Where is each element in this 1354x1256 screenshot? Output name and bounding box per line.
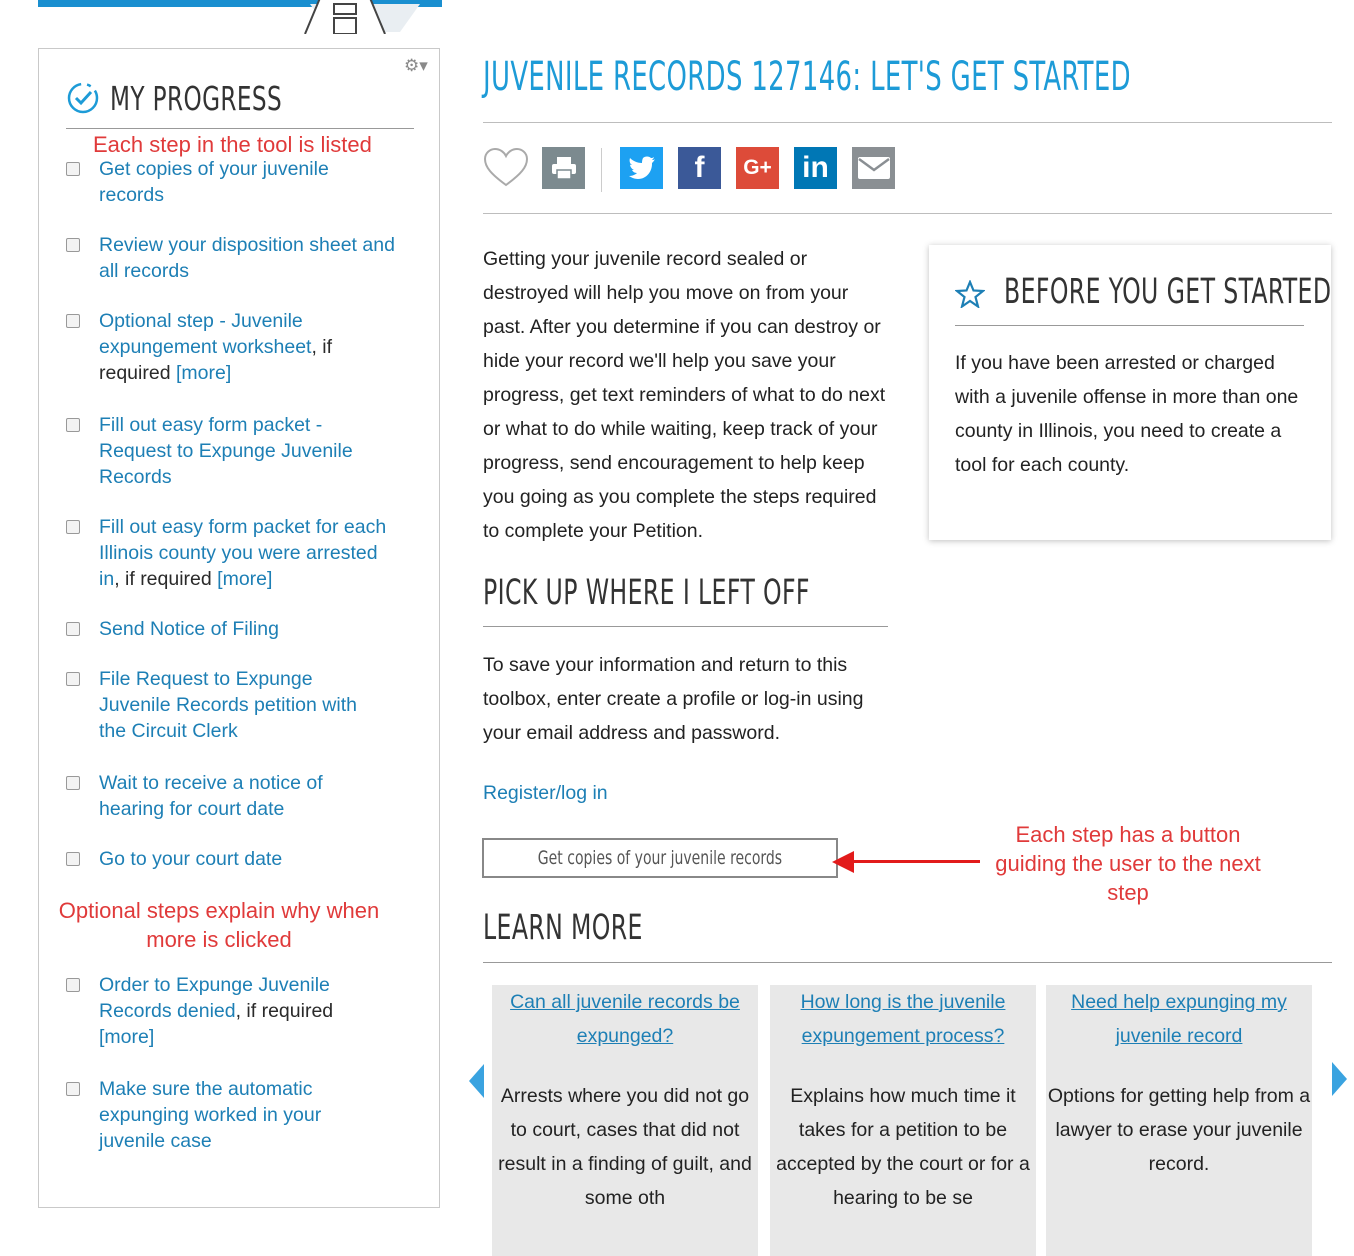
card-question-link[interactable]: How long is the juvenile expungement pro… bbox=[770, 985, 1036, 1053]
step-link[interactable]: Make sure the automatic expunging worked… bbox=[99, 1078, 321, 1152]
save-text: To save your information and return to t… bbox=[483, 654, 864, 744]
annotation-optional-steps: Optional steps explain why when more is … bbox=[58, 898, 380, 952]
step-link[interactable]: Send Notice of Filing bbox=[99, 618, 279, 640]
step-item: File Request to Expunge Juvenile Records… bbox=[66, 666, 396, 744]
step-checkbox[interactable] bbox=[66, 1082, 80, 1096]
register-login-link[interactable]: Register/log in bbox=[483, 776, 608, 810]
social-links: f G+ in bbox=[620, 147, 895, 189]
step-checkbox[interactable] bbox=[66, 314, 80, 328]
more-link[interactable]: [more] bbox=[176, 362, 231, 384]
progress-check-icon bbox=[67, 82, 99, 114]
card-question-link[interactable]: Need help expunging my juvenile record bbox=[1046, 985, 1312, 1053]
more-link[interactable]: [more] bbox=[99, 1026, 154, 1048]
facebook-icon[interactable]: f bbox=[678, 147, 721, 189]
step-link[interactable]: Fill out easy form packet - Request to E… bbox=[99, 414, 353, 488]
divider bbox=[483, 626, 888, 627]
card-summary: Options for getting help from a lawyer t… bbox=[1047, 1085, 1311, 1175]
card-summary: Explains how much time it takes for a pe… bbox=[776, 1085, 1030, 1209]
step-condition: , if required bbox=[235, 1000, 334, 1022]
step-item: Wait to receive a notice of hearing for … bbox=[66, 770, 396, 822]
logo-tab-graphic bbox=[250, 0, 420, 34]
learn-more-card[interactable]: Can all juvenile records be expunged? Ar… bbox=[492, 985, 758, 1256]
step-checkbox[interactable] bbox=[66, 776, 80, 790]
carousel-next-arrow[interactable] bbox=[1332, 1062, 1347, 1096]
step-item: Fill out easy form packet - Request to E… bbox=[66, 412, 396, 490]
step-item: Go to your court date bbox=[66, 846, 396, 872]
step-checkbox[interactable] bbox=[66, 238, 80, 252]
annotation-steps-listed: Each step in the tool is listed bbox=[93, 132, 372, 157]
progress-header: MY PROGRESS bbox=[66, 78, 331, 118]
linkedin-icon[interactable]: in bbox=[794, 147, 837, 189]
google-plus-icon[interactable]: G+ bbox=[736, 147, 779, 189]
step-item: Send Notice of Filing bbox=[66, 616, 396, 642]
before-body: If you have been arrested or charged wit… bbox=[955, 352, 1299, 476]
step-item: Make sure the automatic expunging worked… bbox=[66, 1076, 396, 1154]
annotation-arrow-line bbox=[850, 860, 980, 863]
step-checkbox[interactable] bbox=[66, 418, 80, 432]
step-link[interactable]: Wait to receive a notice of hearing for … bbox=[99, 772, 323, 820]
card-question-link[interactable]: Can all juvenile records be expunged? bbox=[492, 985, 758, 1053]
twitter-icon[interactable] bbox=[620, 147, 663, 189]
divider bbox=[483, 122, 1332, 123]
step-checkbox[interactable] bbox=[66, 852, 80, 866]
mail-icon[interactable] bbox=[852, 147, 895, 189]
step-checkbox[interactable] bbox=[66, 978, 80, 992]
learn-more-card[interactable]: Need help expunging my juvenile record O… bbox=[1046, 985, 1312, 1256]
gear-icon[interactable]: ⚙▾ bbox=[404, 56, 428, 76]
divider bbox=[601, 148, 602, 192]
progress-title: MY PROGRESS bbox=[110, 78, 283, 118]
step-item: Get copies of your juvenile records bbox=[66, 156, 396, 208]
next-step-label: Get copies of your juvenile records bbox=[537, 847, 783, 869]
learn-more-card[interactable]: How long is the juvenile expungement pro… bbox=[770, 985, 1036, 1256]
step-link[interactable]: File Request to Expunge Juvenile Records… bbox=[99, 668, 357, 742]
heart-icon[interactable] bbox=[483, 147, 529, 189]
more-link[interactable]: [more] bbox=[217, 568, 272, 590]
step-checkbox[interactable] bbox=[66, 622, 80, 636]
step-item: Order to Expunge Juvenile Records denied… bbox=[66, 972, 396, 1050]
page-title: JUVENILE RECORDS 127146: LET'S GET START… bbox=[483, 54, 1131, 100]
step-checkbox[interactable] bbox=[66, 520, 80, 534]
step-item: Optional step - Juvenile expungement wor… bbox=[66, 308, 396, 386]
divider bbox=[483, 962, 1332, 963]
step-link[interactable]: Optional step - Juvenile expungement wor… bbox=[99, 310, 311, 358]
share-bar bbox=[483, 147, 585, 189]
step-checkbox[interactable] bbox=[66, 672, 80, 686]
divider bbox=[66, 128, 414, 129]
step-checkbox[interactable] bbox=[66, 162, 80, 176]
next-step-button[interactable]: Get copies of your juvenile records bbox=[482, 838, 838, 878]
step-item: Fill out easy form packet for each Illin… bbox=[66, 514, 396, 592]
before-title: BEFORE YOU GET STARTED bbox=[1004, 272, 1332, 312]
annotation-next-button: Each step has a button guiding the user … bbox=[995, 822, 1261, 905]
step-link[interactable]: Get copies of your juvenile records bbox=[99, 158, 329, 206]
carousel-prev-arrow[interactable] bbox=[469, 1064, 484, 1098]
pickup-title: PICK UP WHERE I LEFT OFF bbox=[483, 573, 810, 613]
step-item: Review your disposition sheet and all re… bbox=[66, 232, 396, 284]
intro-text: Getting your juvenile record sealed or d… bbox=[483, 248, 886, 542]
print-icon[interactable] bbox=[542, 147, 585, 189]
divider bbox=[955, 325, 1304, 326]
step-link[interactable]: Go to your court date bbox=[99, 848, 282, 870]
star-icon bbox=[955, 280, 985, 308]
step-condition: , if required bbox=[114, 568, 218, 590]
learn-more-title: LEARN MORE bbox=[483, 908, 643, 948]
card-summary: Arrests where you did not go to court, c… bbox=[498, 1085, 752, 1209]
step-link[interactable]: Review your disposition sheet and all re… bbox=[99, 234, 395, 282]
divider bbox=[483, 213, 1332, 214]
